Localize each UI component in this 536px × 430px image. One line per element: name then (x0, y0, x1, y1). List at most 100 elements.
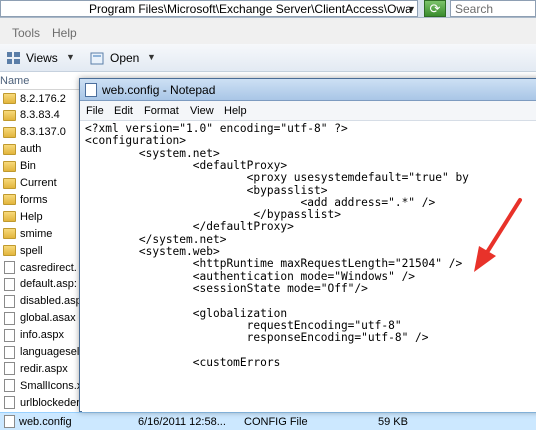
selected-file-date: 6/16/2011 12:58... (138, 416, 226, 428)
file-icon (4, 345, 15, 359)
open-dropdown-icon[interactable]: ▼ (147, 52, 156, 62)
address-path: Program Files\Microsoft\Exchange Server\… (89, 2, 412, 16)
code-line: <defaultProxy> (85, 158, 288, 172)
folder-item[interactable]: 8.2.176.2 (0, 90, 80, 107)
refresh-icon[interactable]: ⟳ (424, 0, 446, 17)
code-line: <proxy usesystemdefault="true" by (85, 171, 469, 185)
code-line: <globalization (85, 306, 288, 320)
file-name-label: default.asp: (20, 278, 77, 291)
notepad-title-bar[interactable]: web.config - Notepad (80, 79, 536, 101)
code-line: <sessionState mode="Off"/> (85, 281, 368, 295)
notepad-text-area[interactable]: <?xml version="1.0" encoding="utf-8" ?> <… (82, 122, 536, 412)
file-item[interactable]: default.asp: (0, 276, 80, 293)
selected-file-type: CONFIG File (244, 416, 308, 428)
file-item[interactable]: casredirect. (0, 259, 80, 276)
menu-tools[interactable]: Tools (12, 26, 40, 40)
code-line: <httpRuntime maxRequestLength="21504" /> (85, 257, 463, 271)
folder-item[interactable]: auth (0, 141, 80, 158)
file-icon (4, 261, 15, 274)
notepad-menu-edit[interactable]: Edit (114, 105, 133, 117)
code-line: </bypasslist> (85, 208, 341, 222)
file-list: 8.2.176.2 8.3.83.4 8.3.137.0 auth Bin Current… (0, 90, 80, 412)
folder-item[interactable]: Bin (0, 158, 80, 175)
address-field[interactable]: Program Files\Microsoft\Exchange Server\… (0, 0, 418, 17)
file-name-label: 8.2.176.2 (20, 92, 66, 105)
folder-icon (3, 228, 16, 240)
folder-icon (3, 245, 16, 257)
open-label: Open (110, 51, 140, 65)
notepad-window[interactable]: web.config - Notepad File Edit Format Vi… (79, 78, 536, 412)
file-item[interactable]: info.aspx (0, 327, 80, 344)
folder-icon (3, 93, 16, 104)
menu-help[interactable]: Help (52, 26, 77, 40)
column-name-header[interactable]: Name (0, 75, 29, 87)
views-label: Views (26, 51, 58, 65)
folder-item[interactable]: spell (0, 242, 80, 259)
notepad-menu-view[interactable]: View (190, 105, 214, 117)
code-line: <customErrors (85, 355, 281, 369)
search-input[interactable]: Search (450, 0, 536, 17)
open-button[interactable]: Open (90, 50, 139, 66)
open-icon (90, 51, 105, 65)
notepad-menu-format[interactable]: Format (144, 105, 179, 117)
menu-bar: Tools Help (0, 18, 536, 44)
file-name-label: disabled.asp (20, 295, 80, 308)
file-icon (4, 311, 15, 325)
file-icon (4, 362, 15, 376)
selected-file-row[interactable]: web.config 6/16/2011 12:58... CONFIG Fil… (0, 412, 536, 430)
file-icon (4, 396, 15, 410)
file-name-label: languagesel (20, 346, 80, 358)
file-name-label: forms (20, 193, 48, 206)
folder-item[interactable]: Current (0, 175, 80, 192)
file-icon (4, 328, 15, 342)
file-item[interactable]: redir.aspx (0, 360, 80, 377)
folder-item[interactable]: forms (0, 191, 80, 208)
toolbar: Views ▼ Open ▼ (0, 44, 536, 72)
file-item[interactable]: languagesel (0, 344, 80, 361)
views-dropdown-icon[interactable]: ▼ (66, 52, 75, 62)
file-item[interactable]: urlblockeder (0, 394, 80, 411)
code-line: <configuration> (85, 134, 187, 148)
file-name-label: global.asax (20, 312, 76, 325)
annotation-arrow-icon (474, 198, 522, 272)
notepad-menu-help[interactable]: Help (224, 105, 247, 117)
folder-icon (3, 143, 16, 155)
selected-file-name: web.config (19, 416, 72, 428)
folder-icon (3, 177, 16, 189)
notepad-title: web.config - Notepad (102, 83, 216, 97)
file-item[interactable]: SmallIcons.x (0, 377, 80, 394)
code-line: <bypasslist> (85, 183, 328, 197)
selected-file-size: 59 KB (378, 416, 408, 428)
code-line: requestEncoding="utf-8" (85, 318, 402, 332)
folder-item[interactable]: 8.3.83.4 (0, 107, 80, 124)
file-name-label: smime (20, 227, 53, 240)
file-icon (4, 277, 15, 291)
file-name-label: urlblockeder (20, 396, 80, 409)
file-item[interactable]: global.asax (0, 310, 80, 327)
notepad-menu-bar: File Edit Format View Help (80, 101, 536, 121)
code-line: </system.net> (85, 232, 227, 246)
folder-item[interactable]: smime (0, 225, 80, 242)
folder-icon (3, 194, 16, 206)
file-name-label: info.aspx (20, 329, 65, 342)
code-line: <system.net> (85, 146, 220, 160)
views-button[interactable]: Views (6, 50, 58, 66)
folder-icon (3, 211, 16, 223)
folder-icon (3, 109, 16, 121)
file-name-label: Bin (20, 160, 36, 173)
file-name-label: 8.3.83.4 (20, 109, 60, 122)
views-icon (6, 51, 21, 65)
file-icon (4, 294, 15, 308)
folder-item[interactable]: 8.3.137.0 (0, 124, 80, 141)
file-item[interactable]: disabled.asp (0, 293, 80, 310)
chevron-down-icon[interactable]: ▼ (405, 2, 418, 16)
notepad-menu-file[interactable]: File (86, 105, 104, 117)
code-line: <?xml version="1.0" encoding="utf-8" ?> (85, 122, 348, 135)
code-line: </defaultProxy> (85, 220, 294, 234)
file-name-label: redir.aspx (20, 362, 68, 375)
code-line: <system.web> (85, 245, 220, 258)
folder-item[interactable]: Help (0, 208, 80, 225)
address-bar: Program Files\Microsoft\Exchange Server\… (0, 0, 536, 18)
search-placeholder: Search (455, 2, 494, 16)
file-name-label: auth (20, 143, 42, 156)
